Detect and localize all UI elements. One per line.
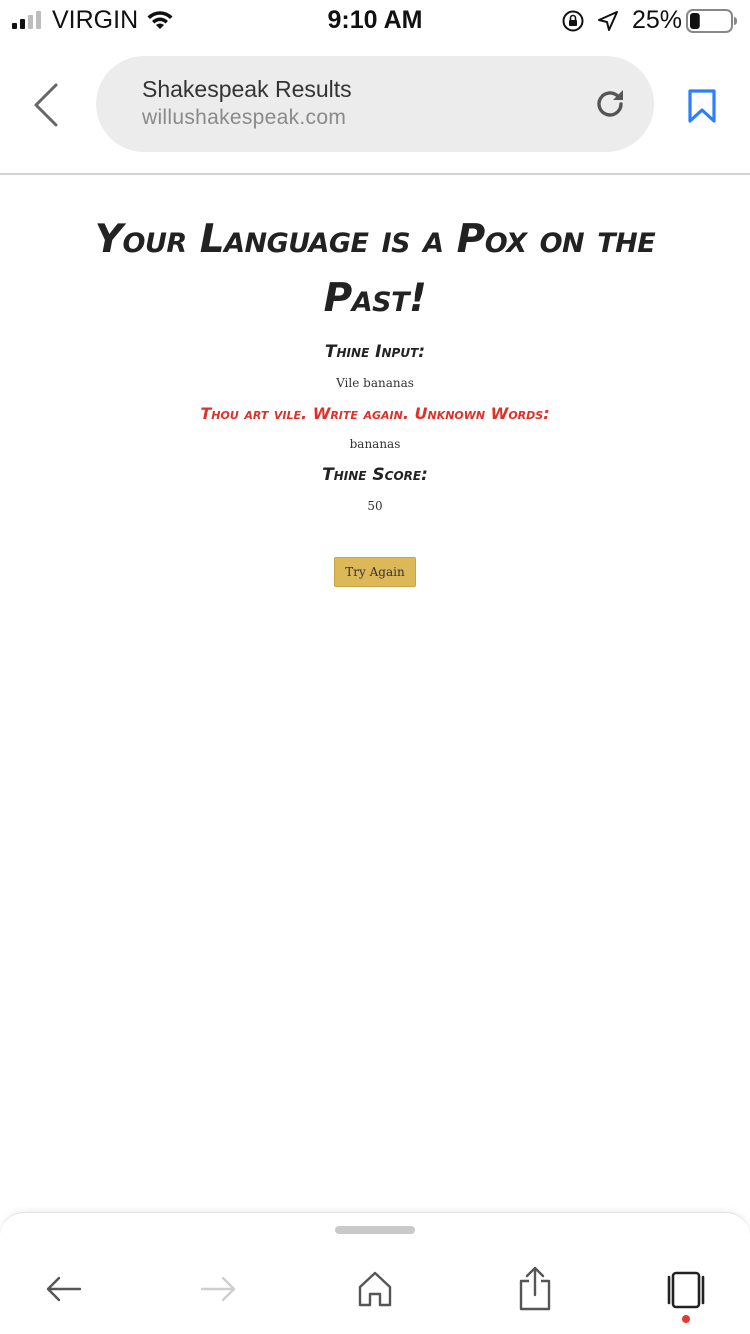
home-icon[interactable] bbox=[356, 1269, 394, 1309]
error-message: Thou art vile. Write again. Unknown Word… bbox=[200, 404, 550, 423]
browser-bar: Shakespeak Results willushakespeak.com bbox=[0, 40, 750, 175]
reload-icon[interactable] bbox=[592, 86, 628, 122]
page-domain: willushakespeak.com bbox=[142, 106, 347, 129]
back-arrow-icon[interactable] bbox=[44, 1269, 84, 1309]
status-bar: VIRGIN 9:10 AM 25% bbox=[0, 0, 750, 40]
input-value: Vile bananas bbox=[336, 376, 414, 390]
result-headline: Your Language is a Pox on the Past! bbox=[94, 217, 656, 321]
input-label: Thine Input: bbox=[324, 342, 426, 362]
results-content: Your Language is a Pox on the Past! Thin… bbox=[0, 178, 750, 587]
unknown-words: bananas bbox=[349, 437, 401, 451]
browser-toolbar bbox=[0, 1212, 750, 1334]
orientation-lock-icon bbox=[562, 10, 584, 32]
share-icon[interactable] bbox=[516, 1265, 554, 1311]
bookmark-icon[interactable] bbox=[686, 88, 718, 124]
location-arrow-icon bbox=[598, 11, 618, 31]
page-title: Shakespeak Results bbox=[142, 76, 352, 102]
screen: VIRGIN 9:10 AM 25% Shakespeak Results wi… bbox=[0, 0, 750, 1334]
back-chevron-icon[interactable] bbox=[28, 82, 64, 128]
toolbar-grabber[interactable] bbox=[335, 1226, 415, 1234]
score-label: Thine Score: bbox=[322, 465, 428, 485]
address-bar[interactable]: Shakespeak Results willushakespeak.com bbox=[96, 56, 654, 152]
tabs-notification-dot bbox=[682, 1315, 690, 1323]
battery-percent: 25% bbox=[632, 6, 683, 34]
forward-arrow-icon[interactable] bbox=[198, 1269, 238, 1309]
battery-icon bbox=[686, 9, 737, 33]
score-value: 50 bbox=[367, 499, 383, 513]
try-again-button[interactable]: Try Again bbox=[334, 557, 416, 587]
tabs-icon[interactable] bbox=[664, 1271, 708, 1309]
